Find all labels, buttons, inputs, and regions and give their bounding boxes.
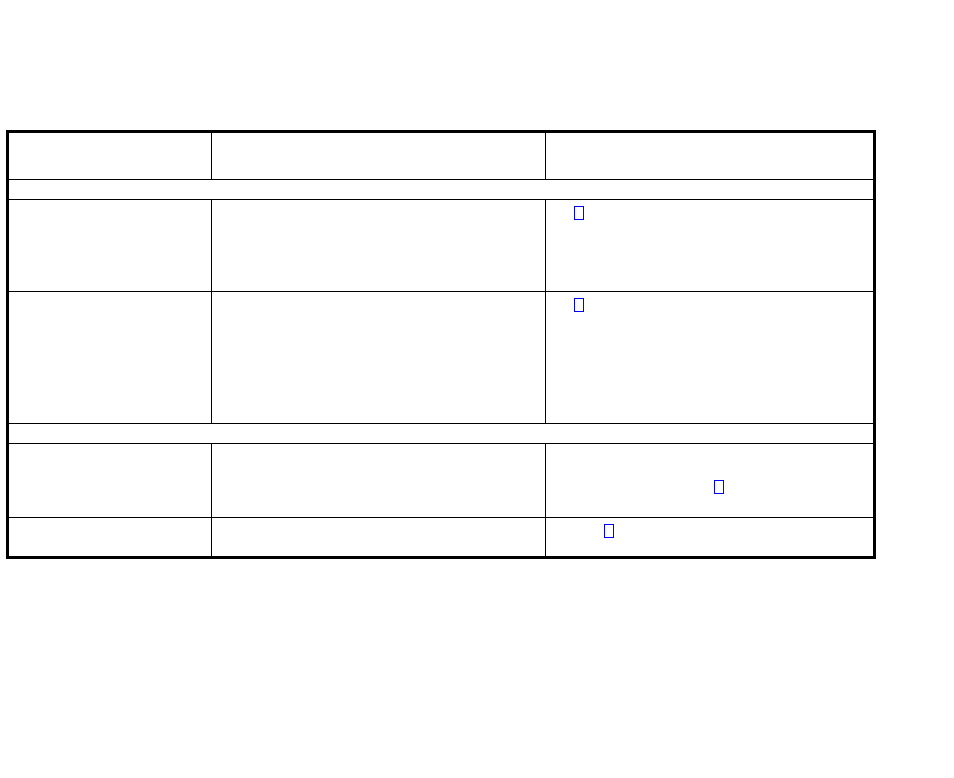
row-b-col-2 [212,292,546,424]
row-c-col-3 [545,444,874,518]
section-row-2 [8,424,875,444]
header-col-3 [545,132,874,180]
row-c-col-1 [8,444,212,518]
row-a-col-1 [8,200,212,292]
page [0,0,954,778]
table-row [8,200,875,292]
row-d-col-2 [212,518,546,558]
header-col-2 [212,132,546,180]
main-table [6,130,876,559]
table-header-row [8,132,875,180]
row-d-link[interactable] [604,524,614,538]
section-row-1 [8,180,875,200]
section-2-label [8,424,875,444]
header-col-1 [8,132,212,180]
row-b-col-3 [545,292,874,424]
row-a-col-2 [212,200,546,292]
row-b-col-1 [8,292,212,424]
table-row [8,444,875,518]
row-c-col-2 [212,444,546,518]
table-row [8,518,875,558]
row-a-col-3 [545,200,874,292]
section-1-label [8,180,875,200]
row-d-col-3 [545,518,874,558]
row-d-col-1 [8,518,212,558]
table-row [8,292,875,424]
row-c-link[interactable] [714,480,724,494]
row-a-link[interactable] [574,206,584,220]
row-b-link[interactable] [574,298,584,312]
